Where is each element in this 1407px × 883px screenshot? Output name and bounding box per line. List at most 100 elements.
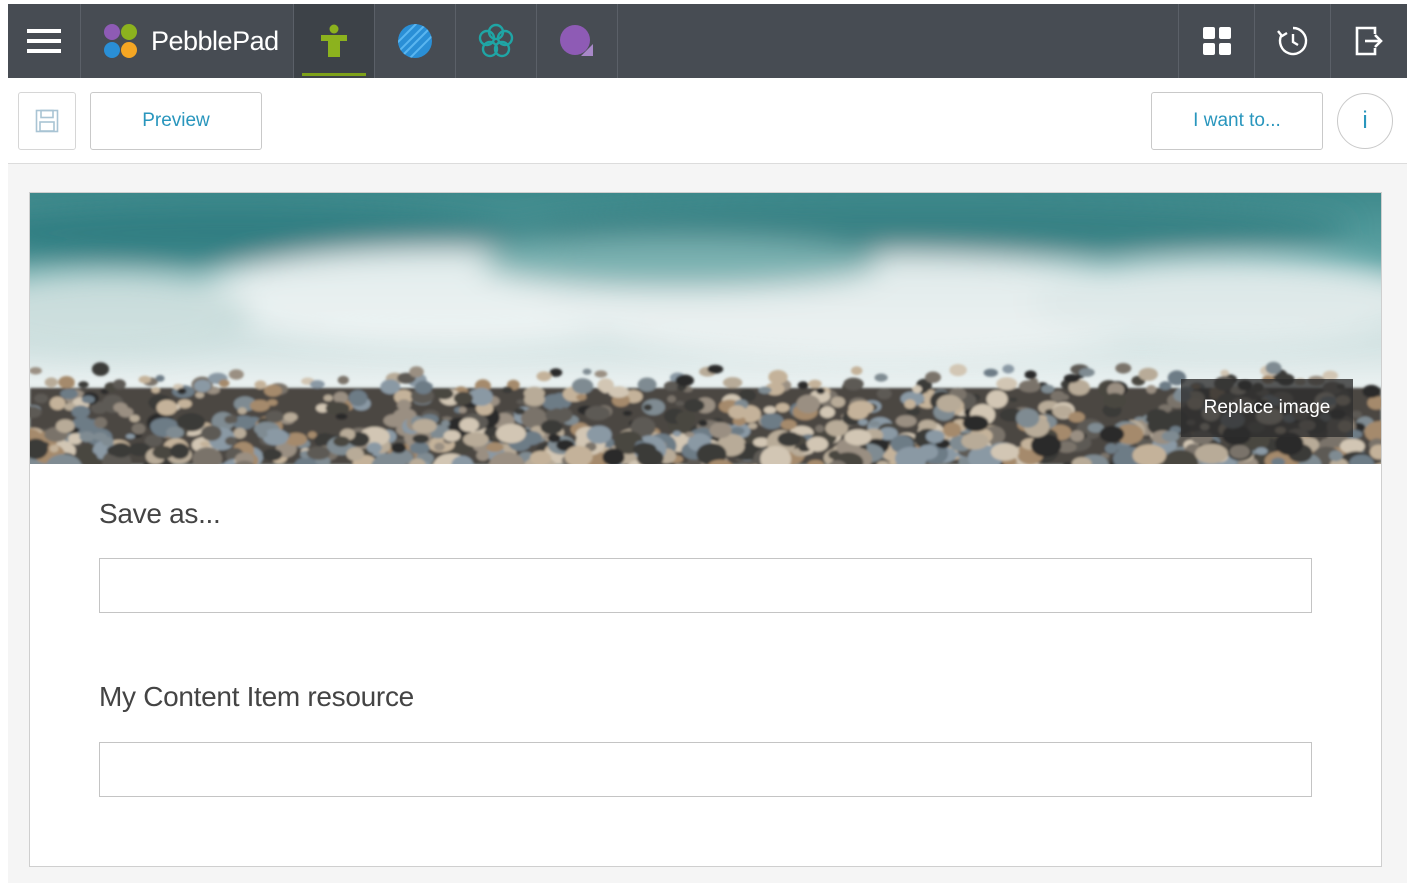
pebble-texture — [549, 368, 563, 377]
pebble-texture — [1159, 381, 1172, 391]
pebble-texture — [874, 373, 888, 382]
pebble-texture — [335, 413, 348, 420]
pebble-texture — [925, 430, 945, 443]
pebble-texture — [1195, 443, 1228, 464]
pebble-texture — [962, 415, 989, 432]
pebble-texture — [441, 420, 450, 428]
resource-label: My Content Item resource — [99, 681, 414, 712]
pebble-texture — [542, 394, 567, 411]
pebble-texture — [1016, 408, 1040, 428]
pebble-texture — [409, 442, 430, 455]
pebble-texture — [851, 366, 863, 376]
pebble-texture — [453, 391, 473, 405]
pebblepad-logo-icon — [104, 24, 137, 58]
pebble-texture — [476, 450, 490, 461]
pebble-texture — [34, 393, 49, 404]
pebble-texture — [936, 394, 962, 413]
pebble-texture — [514, 408, 525, 415]
pebble-texture — [177, 387, 187, 395]
pebble-texture — [412, 434, 430, 444]
info-button[interactable]: i — [1337, 93, 1393, 149]
i-want-to-button[interactable]: I want to... — [1151, 92, 1323, 150]
save-button[interactable] — [18, 92, 76, 150]
pebble-texture — [138, 375, 151, 384]
pebble-texture — [582, 368, 592, 375]
pebble-texture — [748, 422, 758, 430]
pebble-texture — [112, 379, 126, 390]
save-as-input[interactable] — [99, 558, 1312, 613]
app-window: PebblePad Preview I want to... i Replace… — [0, 0, 1407, 883]
flourish-app-button[interactable] — [456, 4, 537, 78]
pebble-texture — [831, 396, 846, 408]
pebble-texture — [516, 399, 525, 405]
pebble-texture — [485, 442, 504, 452]
apps-grid-icon — [1202, 27, 1231, 55]
pebble-texture — [844, 429, 872, 446]
pebble-texture — [707, 364, 724, 374]
pebble-texture — [904, 399, 916, 409]
replace-image-button[interactable]: Replace image — [1181, 379, 1353, 437]
pebble-texture — [49, 444, 59, 453]
pebble-texture — [722, 377, 743, 389]
pebble-texture — [843, 377, 864, 391]
pebble-texture — [391, 442, 407, 454]
pebble-texture — [698, 420, 708, 427]
pebble-texture — [125, 433, 135, 439]
pebble-texture — [1138, 367, 1158, 381]
pebble-texture — [346, 447, 364, 461]
hamburger-menu-icon — [27, 29, 61, 53]
history-button[interactable] — [1255, 4, 1331, 78]
pebble-texture — [333, 391, 349, 404]
pebble-texture — [443, 430, 461, 442]
pebble-texture — [129, 414, 140, 423]
editor-toolbar: Preview I want to... i — [8, 78, 1407, 164]
pebble-texture — [524, 393, 545, 406]
pebble-texture — [337, 375, 349, 385]
pebble-texture — [683, 399, 705, 412]
pebble-texture — [49, 396, 66, 410]
main-menu-button[interactable] — [8, 4, 81, 78]
apps-grid-button[interactable] — [1179, 4, 1255, 78]
pebble-texture — [869, 420, 880, 427]
pebble-texture — [780, 419, 797, 430]
pebble-texture — [1220, 369, 1230, 377]
atlas-app-button[interactable] — [375, 4, 456, 78]
pebblepad-home-link[interactable]: PebblePad — [81, 4, 294, 78]
pebble-texture — [1002, 364, 1015, 374]
pebble-texture — [675, 374, 694, 387]
pebble-texture — [759, 413, 784, 430]
pebble-texture — [549, 408, 565, 421]
pebble-texture — [1070, 430, 1085, 442]
topbar-spacer — [618, 4, 1179, 78]
resource-input[interactable] — [99, 742, 1312, 797]
pebble-texture — [815, 424, 825, 433]
pebble-texture — [233, 427, 247, 439]
pebble-texture — [961, 432, 989, 450]
top-navigation-bar: PebblePad — [8, 4, 1407, 78]
pebble-texture — [816, 387, 826, 395]
pebble-texture — [775, 403, 790, 413]
pebble-texture — [1078, 367, 1095, 377]
pebble-texture — [622, 410, 633, 416]
logout-button[interactable] — [1331, 4, 1407, 78]
pebble-texture — [409, 366, 424, 378]
pebble-texture — [1068, 411, 1085, 423]
pebble-texture — [170, 443, 190, 460]
pebble-texture — [502, 386, 513, 394]
pebble-texture — [763, 406, 777, 414]
pebble-texture — [633, 442, 657, 457]
pebble-texture — [44, 377, 58, 388]
purple-app-button[interactable] — [537, 4, 618, 78]
pebble-texture — [1030, 434, 1062, 457]
pebble-texture — [796, 394, 821, 414]
pebble-texture — [94, 417, 108, 429]
asset-store-app-button[interactable] — [294, 4, 375, 78]
pebble-texture — [201, 425, 222, 441]
pebble-texture — [858, 419, 868, 426]
pebble-texture — [585, 405, 610, 421]
pebble-texture — [434, 442, 445, 451]
pebble-texture — [1063, 374, 1080, 383]
pebbles-beach-photo — [30, 193, 1381, 464]
preview-button[interactable]: Preview — [90, 92, 262, 150]
pebble-texture — [990, 443, 1020, 461]
